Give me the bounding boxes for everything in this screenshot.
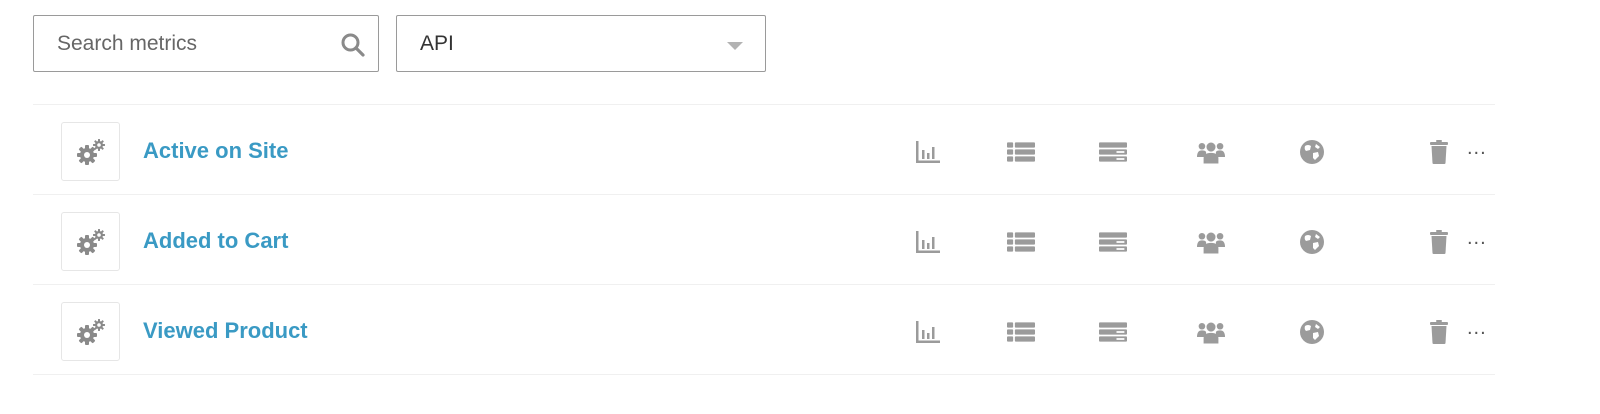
- trash-icon[interactable]: [1425, 318, 1453, 346]
- globe-icon[interactable]: [1298, 318, 1326, 346]
- metric-name-link[interactable]: Added to Cart: [143, 228, 288, 254]
- gears-icon: [76, 138, 105, 165]
- metric-list: Active on Site ... Added to Cart ... Vie…: [33, 104, 1495, 375]
- toolbar: API: [33, 15, 766, 72]
- more-options-button[interactable]: ...: [1467, 135, 1487, 161]
- search-input[interactable]: [34, 16, 334, 71]
- bar-chart-icon[interactable]: [914, 228, 942, 256]
- bar-chart-icon[interactable]: [914, 318, 942, 346]
- users-icon[interactable]: [1197, 318, 1225, 346]
- metric-name-link[interactable]: Viewed Product: [143, 318, 308, 344]
- more-options-button[interactable]: ...: [1467, 315, 1487, 341]
- metric-type-icon-box: [61, 122, 120, 181]
- metric-row: Viewed Product ...: [33, 285, 1495, 375]
- trash-icon[interactable]: [1425, 138, 1453, 166]
- gears-icon: [76, 228, 105, 255]
- metric-type-selected-value: API: [420, 32, 454, 55]
- more-options-button[interactable]: ...: [1467, 225, 1487, 251]
- list-icon[interactable]: [1007, 318, 1035, 346]
- users-icon[interactable]: [1197, 228, 1225, 256]
- metric-row: Added to Cart ...: [33, 195, 1495, 285]
- bar-chart-icon[interactable]: [914, 138, 942, 166]
- metric-type-select[interactable]: API: [396, 15, 766, 72]
- metric-row: Active on Site ...: [33, 105, 1495, 195]
- gears-icon: [76, 318, 105, 345]
- chevron-down-icon: [727, 42, 743, 50]
- stacked-rows-icon[interactable]: [1099, 228, 1127, 256]
- search-box[interactable]: [33, 15, 379, 72]
- users-icon[interactable]: [1197, 138, 1225, 166]
- search-icon[interactable]: [340, 32, 366, 58]
- globe-icon[interactable]: [1298, 138, 1326, 166]
- globe-icon[interactable]: [1298, 228, 1326, 256]
- metric-name-link[interactable]: Active on Site: [143, 138, 288, 164]
- stacked-rows-icon[interactable]: [1099, 318, 1127, 346]
- list-icon[interactable]: [1007, 228, 1035, 256]
- stacked-rows-icon[interactable]: [1099, 138, 1127, 166]
- metric-type-icon-box: [61, 212, 120, 271]
- list-icon[interactable]: [1007, 138, 1035, 166]
- metric-type-icon-box: [61, 302, 120, 361]
- trash-icon[interactable]: [1425, 228, 1453, 256]
